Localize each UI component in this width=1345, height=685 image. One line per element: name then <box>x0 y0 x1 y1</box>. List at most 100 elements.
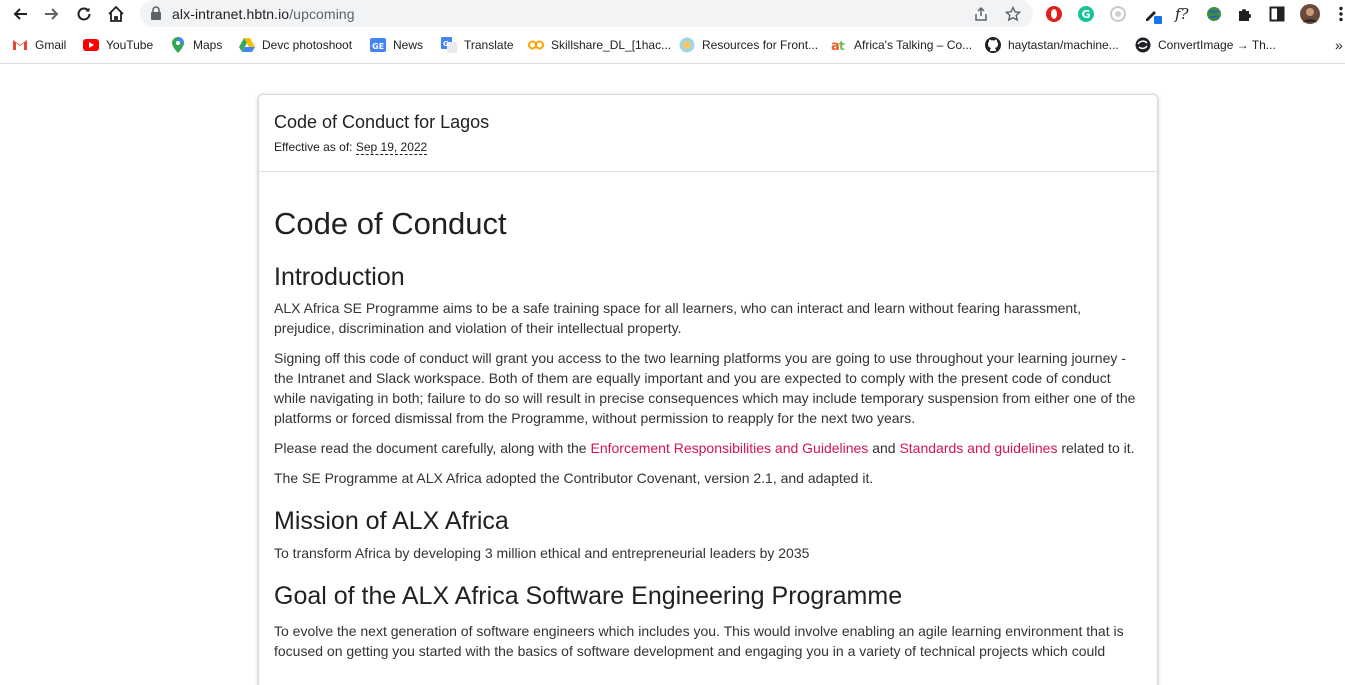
avatar <box>1300 4 1320 24</box>
star-icon <box>1005 6 1021 22</box>
formula-icon: f? <box>1174 5 1190 23</box>
bookmark-devc-photoshoot[interactable]: Devc photoshoot <box>239 36 352 54</box>
effective-date: Sep 19, 2022 <box>355 140 428 155</box>
effective-date-line: Effective as of: Sep 19, 2022 <box>274 140 428 155</box>
grammarly-icon: G <box>1078 6 1094 22</box>
url-host: alx-intranet.hbtn.io <box>172 6 290 22</box>
bookmark-maps[interactable]: Maps <box>170 36 222 54</box>
bookmark-gmail[interactable]: Gmail <box>12 36 66 54</box>
intro-p3-text: related to it. <box>1057 440 1135 456</box>
mission-paragraph: To transform Africa by developing 3 mill… <box>274 545 810 561</box>
code-of-conduct-card: Code of Conduct for Lagos Effective as o… <box>258 94 1158 685</box>
back-arrow-icon <box>13 8 27 20</box>
intro-paragraph-2: Signing off this code of conduct will gr… <box>274 350 1136 426</box>
bookmark-star-button[interactable] <box>1004 5 1022 23</box>
extension-picker-button[interactable] <box>1142 3 1164 25</box>
document-body: Code of Conduct Introduction ALX Africa … <box>274 205 1142 661</box>
extensions-menu-button[interactable] <box>1234 3 1256 25</box>
maps-icon <box>170 37 186 53</box>
drive-icon <box>239 37 255 53</box>
side-panel-button[interactable] <box>1266 3 1288 25</box>
intro-paragraph-3: Please read the document carefully, alon… <box>274 438 1142 458</box>
bookmark-label: Skillshare_DL_[1hac... <box>551 38 672 52</box>
svg-text:G: G <box>1081 8 1090 21</box>
bookmark-label: YouTube <box>106 38 154 52</box>
bookmark-news[interactable]: GE News <box>370 36 423 54</box>
eyedropper-icon <box>1146 11 1162 24</box>
page-title: Code of Conduct <box>274 206 507 241</box>
enforcement-guidelines-link[interactable]: Enforcement Responsibilities and Guideli… <box>590 440 868 456</box>
bookmark-convertimage[interactable]: ConvertImage → Th... <box>1135 36 1276 54</box>
resources-icon <box>679 37 695 53</box>
standards-guidelines-link[interactable]: Standards and guidelines <box>899 440 1057 456</box>
intro-paragraph-4: The SE Programme at ALX Africa adopted t… <box>274 470 874 486</box>
more-bookmarks-chevron: » <box>1335 37 1343 53</box>
bookmark-label: Devc photoshoot <box>262 38 353 52</box>
bookmark-translate[interactable]: G Translate <box>441 36 514 54</box>
extension-opera-button[interactable] <box>1043 3 1065 25</box>
bookmarks-bar: Gmail YouTube Maps Devc photoshoot GE Ne… <box>0 33 1345 57</box>
card-header: Code of Conduct for Lagos Effective as o… <box>259 95 1157 172</box>
red-extension-icon <box>1046 6 1062 22</box>
forward-button[interactable] <box>40 2 64 26</box>
bookmark-label: Africa's Talking – Co... <box>854 38 973 52</box>
mission-heading: Mission of ALX Africa <box>274 507 509 535</box>
svg-text:t: t <box>839 39 845 52</box>
skillshare-icon <box>528 37 544 53</box>
extension-globe-button[interactable] <box>1203 3 1225 25</box>
url-text: alx-intranet.hbtn.io/upcoming <box>172 6 355 22</box>
bookmark-label: Maps <box>193 38 223 52</box>
gmail-icon <box>12 37 28 53</box>
more-bookmarks-button[interactable]: » <box>1335 36 1343 54</box>
browser-toolbar: alx-intranet.hbtn.io/upcoming G f? <box>0 0 1345 28</box>
chrome-divider <box>0 63 1345 64</box>
svg-text:f?: f? <box>1174 5 1190 23</box>
bookmark-resources-frontend[interactable]: Resources for Front... <box>679 36 818 54</box>
side-panel-icon <box>1269 6 1285 22</box>
effective-label: Effective as of: <box>274 140 356 154</box>
bookmark-skillshare[interactable]: Skillshare_DL_[1hac... <box>528 36 671 54</box>
bookmark-label: Resources for Front... <box>702 38 819 52</box>
extension-grammarly-button[interactable]: G <box>1075 3 1097 25</box>
africas-talking-icon: at <box>831 37 847 53</box>
bookmark-africas-talking[interactable]: at Africa's Talking – Co... <box>831 36 972 54</box>
intro-paragraph-1: ALX Africa SE Programme aims to be a saf… <box>274 300 1081 336</box>
svg-text:G: G <box>443 40 449 48</box>
spinner-extension-icon <box>1110 6 1126 22</box>
news-icon: GE <box>370 37 386 53</box>
bookmark-label: haytastan/machine... <box>1008 38 1119 52</box>
svg-text:GE: GE <box>372 42 384 51</box>
goal-heading: Goal of the ALX Africa Software Engineer… <box>274 582 903 610</box>
extension-circle-button[interactable] <box>1107 3 1129 25</box>
forward-arrow-icon <box>45 8 59 20</box>
globe-icon <box>1207 7 1221 21</box>
reload-button[interactable] <box>72 2 96 26</box>
youtube-icon <box>83 37 99 53</box>
home-button[interactable] <box>104 2 128 26</box>
translate-icon: G <box>441 37 457 53</box>
card-title: Code of Conduct for Lagos <box>274 112 490 132</box>
url-path: /upcoming <box>289 6 355 22</box>
address-bar[interactable]: alx-intranet.hbtn.io/upcoming <box>140 0 1033 27</box>
lock-icon <box>151 6 161 20</box>
home-icon <box>108 5 124 22</box>
back-button[interactable] <box>8 2 32 26</box>
bookmark-label: ConvertImage → Th... <box>1158 38 1276 52</box>
bookmark-github[interactable]: haytastan/machine... <box>985 36 1119 54</box>
browser-menu-button[interactable] <box>1330 3 1345 25</box>
bookmark-label: News <box>393 38 424 52</box>
intro-p3-text: and <box>868 440 900 456</box>
puzzle-piece-icon <box>1239 9 1251 21</box>
reload-icon <box>77 7 91 21</box>
share-icon <box>975 6 987 21</box>
intro-p3-text: Please read the document carefully, alon… <box>274 440 591 456</box>
profile-avatar-button[interactable] <box>1299 3 1321 25</box>
goal-paragraph: To evolve the next generation of softwar… <box>274 623 1124 659</box>
github-icon <box>985 37 1001 53</box>
bookmark-youtube[interactable]: YouTube <box>83 36 153 54</box>
introduction-heading: Introduction <box>274 263 405 291</box>
share-button[interactable] <box>972 5 990 23</box>
kebab-menu-icon <box>1339 6 1343 22</box>
bookmark-label: Gmail <box>35 38 67 52</box>
extension-formula-button[interactable]: f? <box>1172 3 1194 25</box>
